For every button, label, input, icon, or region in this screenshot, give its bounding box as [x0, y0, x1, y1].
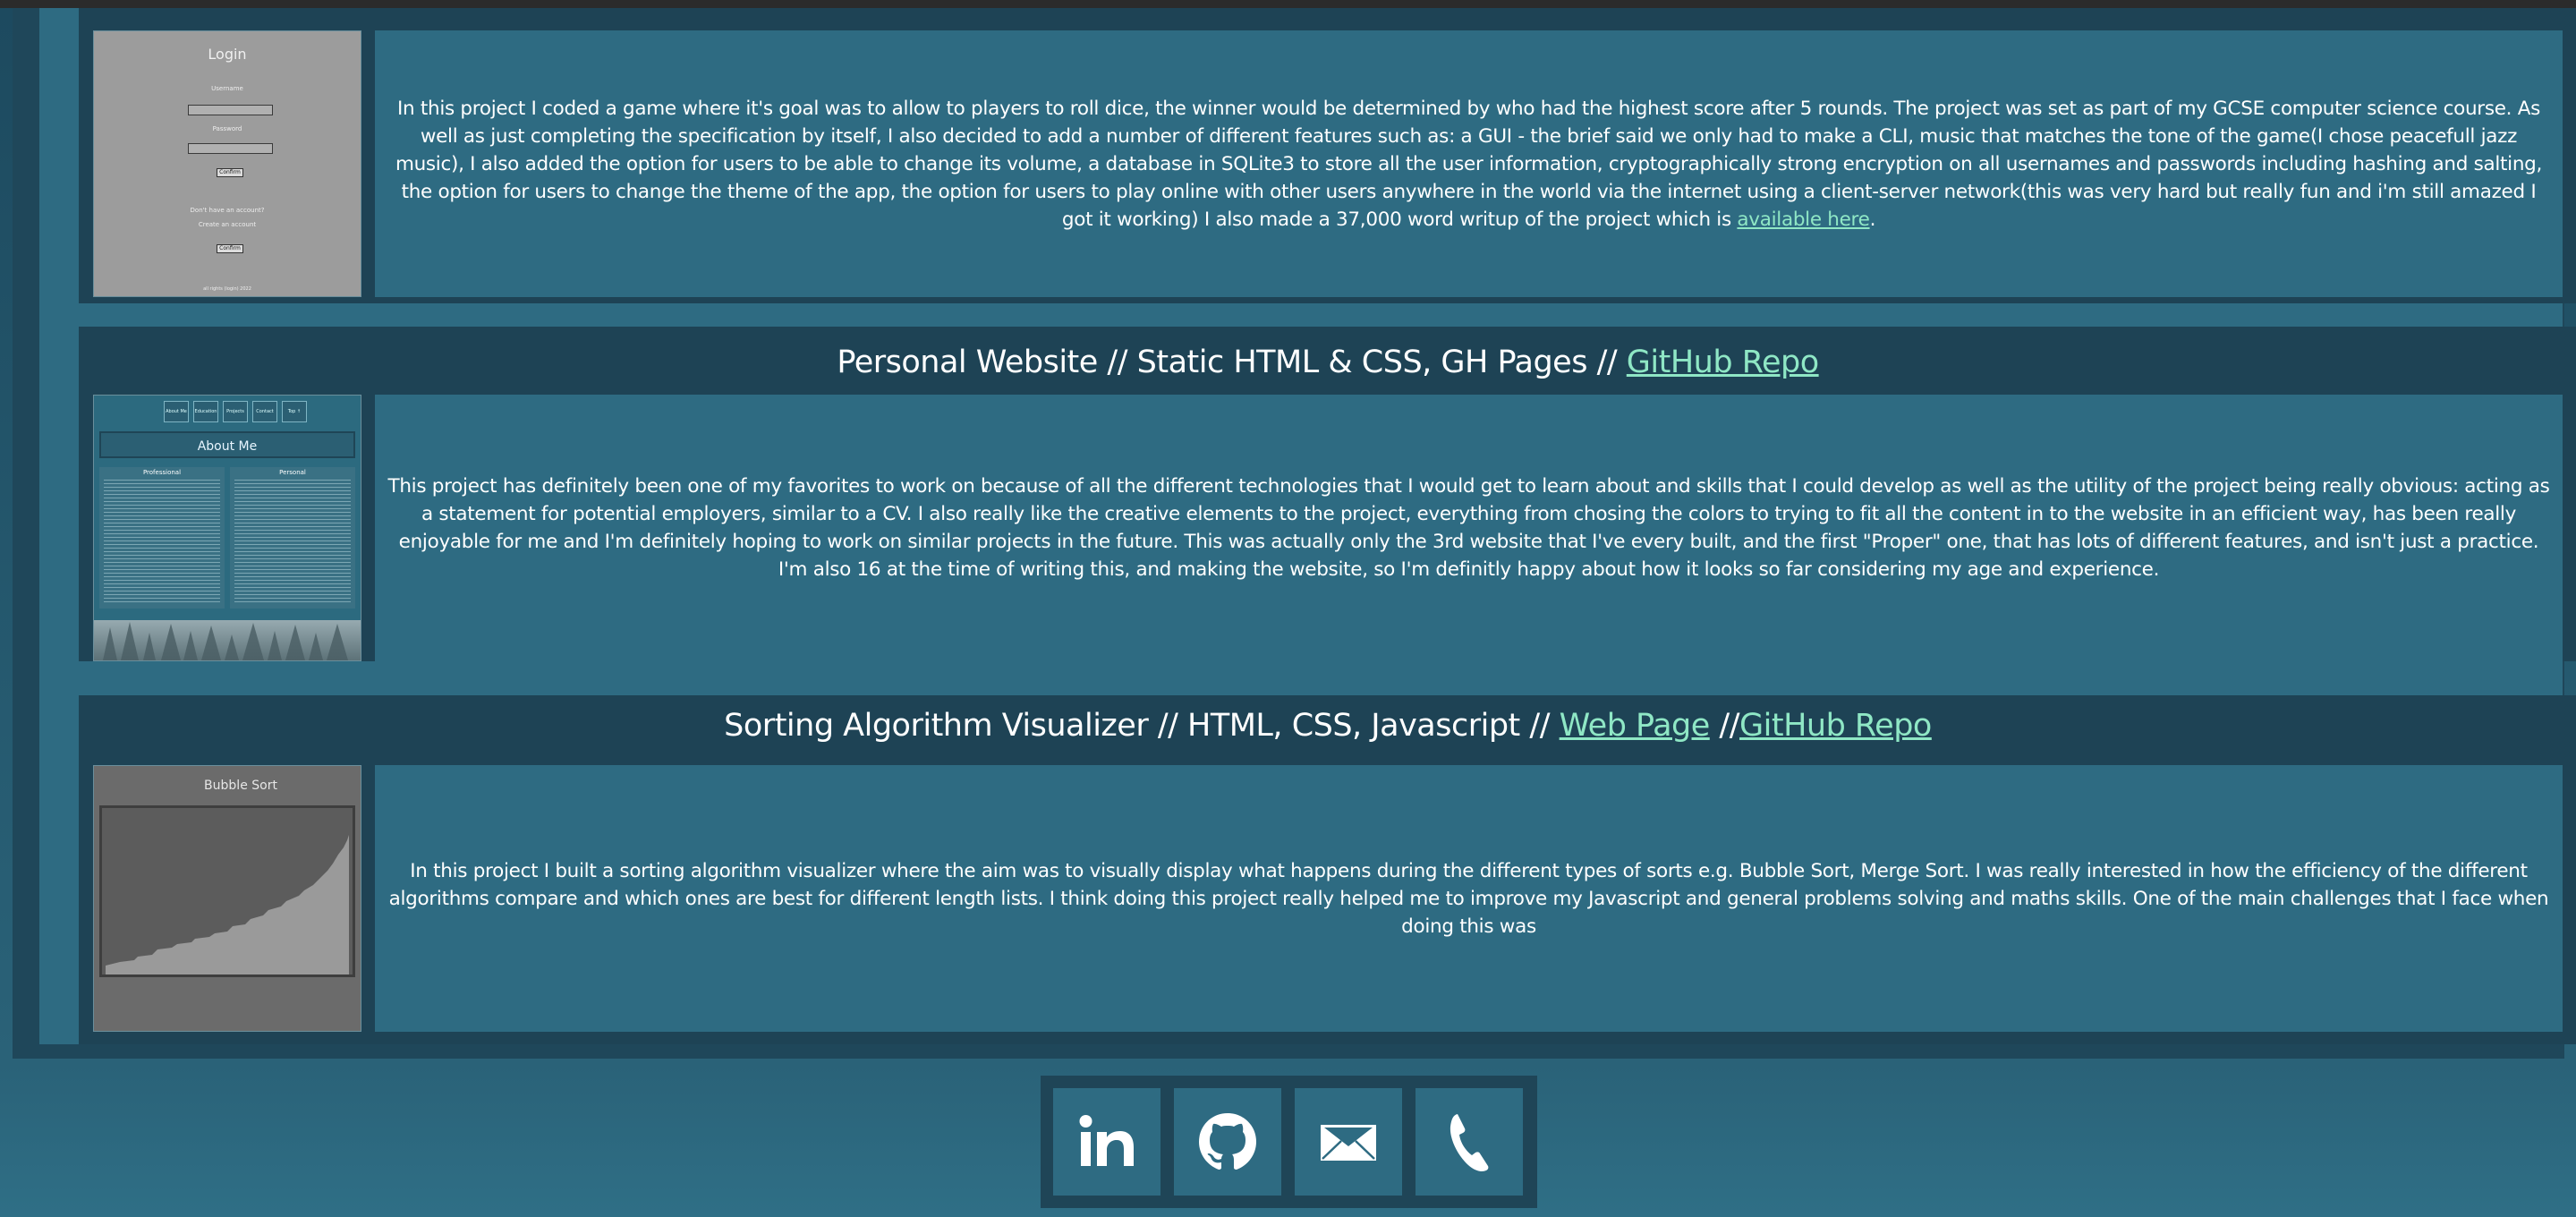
- linkedin-button[interactable]: [1053, 1088, 1160, 1196]
- thumb-confirm-button-2: Confirm: [217, 244, 243, 253]
- description-suffix: .: [1869, 208, 1876, 231]
- email-button[interactable]: [1295, 1088, 1402, 1196]
- phone-button[interactable]: [1416, 1088, 1523, 1196]
- thumb-password-label: Password: [212, 125, 242, 132]
- project-title-text: Personal Website // Static HTML & CSS, G…: [837, 345, 1627, 380]
- thumb-nav-item: Contact: [252, 401, 277, 422]
- project-description-text: This project has definitely been one of …: [387, 475, 2550, 581]
- linkedin-icon: [1079, 1115, 1134, 1166]
- sort-bars-graphic: [106, 835, 349, 974]
- projects-section-frame: Login Username Password Confirm Don't ha…: [13, 8, 2576, 1059]
- thumb-nav: About Me Education Projects Contact Top …: [164, 401, 307, 422]
- project-thumbnail-login: Login Username Password Confirm Don't ha…: [93, 30, 361, 297]
- project-description-text: In this project I coded a game where it'…: [384, 95, 2554, 234]
- thumb-username-box: [188, 105, 273, 115]
- thumb-login-title: Login: [208, 46, 247, 63]
- thumb-no-account-text: Don't have an account?: [190, 207, 265, 214]
- github-repo-link[interactable]: GitHub Repo: [1627, 345, 1819, 380]
- thumb-nav-item: About Me: [164, 401, 189, 422]
- thumb-about-heading: About Me: [99, 431, 355, 458]
- github-button[interactable]: [1174, 1088, 1281, 1196]
- project-description: In this project I coded a game where it'…: [375, 30, 2563, 297]
- thumb-text-lines: [104, 480, 220, 605]
- page-background: Login Username Password Confirm Don't ha…: [0, 8, 2576, 1217]
- project-card-dice-game: Login Username Password Confirm Don't ha…: [79, 8, 2576, 303]
- project-title: Sorting Algorithm Visualizer // HTML, CS…: [79, 708, 2576, 744]
- project-card-sorting-visualizer: Sorting Algorithm Visualizer // HTML, CS…: [79, 695, 2576, 1044]
- forest-trees-image: [103, 622, 348, 660]
- web-page-link[interactable]: Web Page: [1560, 708, 1711, 744]
- thumb-nav-item: Top ↑: [282, 401, 307, 422]
- project-card-personal-website: Personal Website // Static HTML & CSS, G…: [79, 327, 2576, 661]
- thumb-sort-title: Bubble Sort: [204, 779, 277, 793]
- projects-section: Login Username Password Confirm Don't ha…: [39, 8, 2576, 1044]
- thumb-footer-text: all rights (login) 2022: [203, 286, 251, 292]
- project-thumbnail-website: About Me Education Projects Contact Top …: [93, 395, 361, 661]
- thumb-column-personal: Personal: [230, 467, 355, 608]
- thumb-nav-item: Education: [193, 401, 218, 422]
- github-repo-link[interactable]: GitHub Repo: [1739, 708, 1932, 744]
- thumb-column-heading: Professional: [142, 469, 182, 476]
- writeup-link[interactable]: available here: [1737, 209, 1869, 231]
- project-description-text: In this project I built a sorting algori…: [388, 859, 2549, 938]
- social-links-bar: [1041, 1076, 1537, 1208]
- thumb-password-box: [188, 143, 273, 154]
- project-description: This project has definitely been one of …: [375, 395, 2563, 661]
- thumb-confirm-button: Confirm: [217, 168, 243, 177]
- project-title: Personal Website // Static HTML & CSS, G…: [79, 345, 2576, 380]
- thumb-column-professional: Professional: [99, 467, 225, 608]
- thumb-forest-image: [94, 620, 361, 660]
- project-description: In this project I built a sorting algori…: [375, 765, 2563, 1032]
- window-top-edge: [0, 0, 2576, 8]
- thumb-username-label: Username: [211, 85, 243, 92]
- project-thumbnail-bubble-sort: Bubble Sort: [93, 765, 361, 1032]
- phone-icon: [1450, 1114, 1489, 1171]
- thumb-create-account-text: Create an account: [198, 221, 257, 228]
- thumb-text-lines: [234, 480, 351, 605]
- thumb-column-heading: Personal: [279, 469, 306, 476]
- github-icon: [1199, 1113, 1256, 1170]
- project-title-text: Sorting Algorithm Visualizer // HTML, CS…: [724, 708, 1560, 744]
- thumb-sort-plot: [99, 805, 355, 977]
- thumb-nav-item: Projects: [223, 401, 248, 422]
- title-separator: //: [1709, 708, 1739, 744]
- email-icon: [1321, 1125, 1376, 1161]
- description-text: In this project I coded a game where it'…: [395, 97, 2543, 231]
